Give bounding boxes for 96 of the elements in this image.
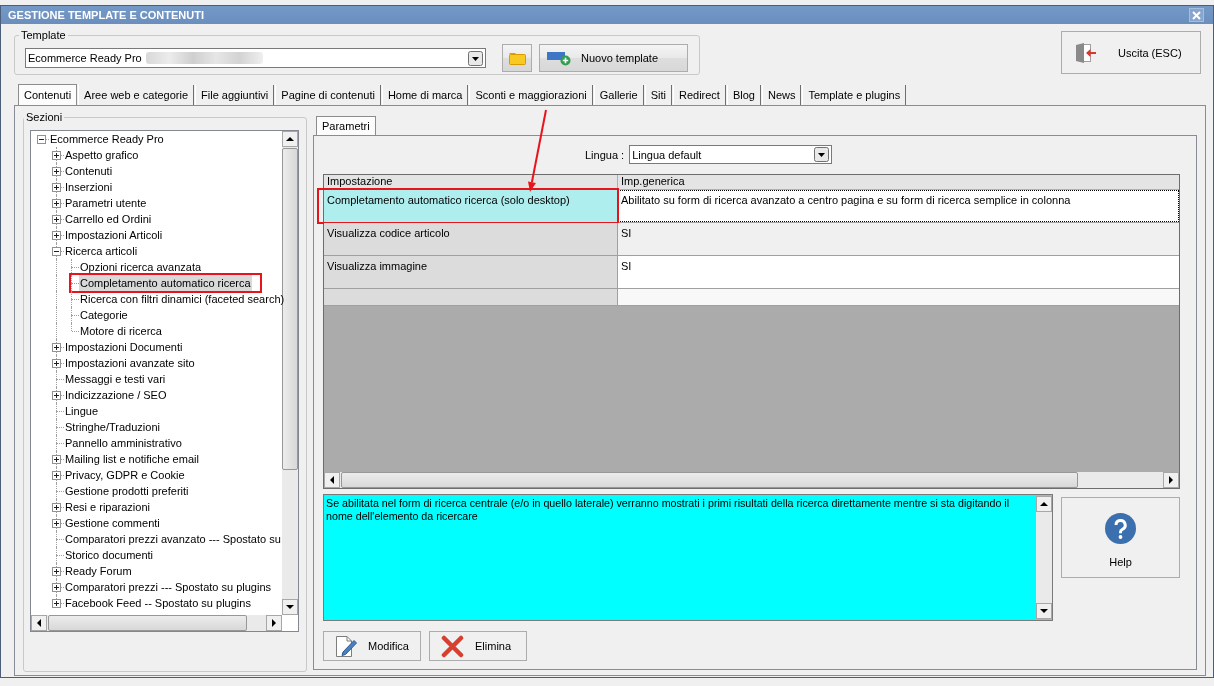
tree-item[interactable]: Opzioni ricerca avanzata bbox=[79, 259, 203, 275]
tree-item[interactable]: Ricerca articoli bbox=[64, 243, 139, 259]
exit-door-icon bbox=[1075, 41, 1097, 64]
scrollbar-thumb[interactable] bbox=[282, 148, 298, 470]
expand-icon[interactable] bbox=[52, 231, 61, 240]
tree-item[interactable]: Impostazioni avanzate sito bbox=[64, 355, 196, 371]
scroll-right-icon[interactable] bbox=[1163, 472, 1179, 488]
tree-item[interactable]: Storico documenti bbox=[64, 547, 155, 563]
tree-item[interactable]: Impostazioni Documenti bbox=[64, 339, 184, 355]
expand-icon[interactable] bbox=[52, 455, 61, 464]
setting-cell: Visualizza codice articolo bbox=[324, 223, 618, 255]
tree-item[interactable]: Stringhe/Traduzioni bbox=[64, 419, 161, 435]
scroll-up-icon[interactable] bbox=[1036, 496, 1052, 512]
folder-icon bbox=[508, 51, 526, 65]
scroll-up-icon[interactable] bbox=[282, 131, 298, 147]
tree-item[interactable]: Comparatori prezzi avanzato --- Spostato su bbox=[64, 531, 282, 547]
tab[interactable]: File aggiuntivi bbox=[195, 85, 275, 105]
expand-icon[interactable] bbox=[52, 199, 61, 208]
scroll-left-icon[interactable] bbox=[31, 615, 47, 631]
expand-icon[interactable] bbox=[52, 151, 61, 160]
expand-icon[interactable] bbox=[52, 359, 61, 368]
tree-item[interactable]: Carrello ed Ordini bbox=[64, 211, 153, 227]
add-window-icon bbox=[547, 50, 571, 66]
tree-item[interactable]: Gestione prodotti preferiti bbox=[64, 483, 190, 499]
tree-item[interactable]: Pannello amministrativo bbox=[64, 435, 183, 451]
tree-item[interactable]: Ricerca con filtri dinamici (faceted search) bbox=[79, 291, 286, 307]
setting-cell: Visualizza immagine bbox=[324, 256, 618, 288]
tab[interactable]: Gallerie bbox=[593, 85, 644, 105]
expand-icon[interactable] bbox=[52, 183, 61, 192]
tree-item[interactable]: Resi e riparazioni bbox=[64, 499, 151, 515]
close-icon bbox=[1192, 10, 1201, 20]
scroll-down-icon[interactable] bbox=[282, 599, 298, 615]
tree-item[interactable]: Categorie bbox=[79, 307, 129, 323]
scroll-left-icon[interactable] bbox=[324, 472, 340, 488]
group-label: Sezioni bbox=[25, 111, 64, 124]
tab[interactable]: Parametri bbox=[316, 116, 376, 135]
tab[interactable]: News bbox=[761, 85, 802, 105]
tree-item[interactable]: Inserzioni bbox=[64, 179, 114, 195]
help-button[interactable]: Help bbox=[1061, 497, 1180, 578]
tree-item[interactable]: Ecommerce Ready Pro bbox=[49, 131, 165, 147]
description-field[interactable]: Se abilitata nel form di ricerca centrale (e/o in quello laterale) verranno mostrati i primi risultati della ricerca direttamente mentre si sta digitando il nome dell'elemento da ricercare bbox=[323, 494, 1053, 621]
tree-item[interactable]: Privacy, GDPR e Cookie bbox=[64, 467, 186, 483]
document-pencil-icon bbox=[335, 634, 357, 658]
tab[interactable]: Home di marca bbox=[381, 85, 469, 105]
tree-item[interactable]: Aspetto grafico bbox=[64, 147, 140, 163]
setting-cell: Completamento automatico ricerca (solo desktop) bbox=[324, 190, 618, 222]
language-label: Lingua : bbox=[585, 148, 625, 161]
tree-item[interactable]: Completamento automatico ricerca bbox=[79, 275, 252, 291]
tree-item[interactable]: Motore di ricerca bbox=[79, 323, 163, 339]
tree-item[interactable]: Facebook Feed -- Spostato su plugins bbox=[64, 595, 252, 611]
tree-item[interactable]: Contenuti bbox=[64, 163, 114, 179]
exit-button[interactable]: Uscita (ESC) bbox=[1061, 31, 1201, 74]
scroll-down-icon[interactable] bbox=[1036, 603, 1052, 619]
help-icon bbox=[1105, 513, 1136, 544]
tree-item[interactable]: Gestione commenti bbox=[64, 515, 161, 531]
expand-icon[interactable] bbox=[52, 567, 61, 576]
tab[interactable]: Blog bbox=[726, 85, 761, 105]
expand-icon[interactable] bbox=[52, 167, 61, 176]
cross-icon bbox=[441, 634, 464, 658]
tree-item[interactable]: Indicizzazione / SEO bbox=[64, 387, 168, 403]
value-cell: Abilitato su form di ricerca avanzato a centro pagina e su form di ricerca semplice in colonna bbox=[618, 190, 1179, 222]
expand-icon[interactable] bbox=[52, 599, 61, 608]
tab[interactable]: Pagine di contenuti bbox=[275, 85, 381, 105]
tree-item[interactable]: Parametri utente bbox=[64, 195, 148, 211]
tree-item[interactable]: Comparatori prezzi --- Spostato su plugins bbox=[64, 579, 273, 595]
expand-icon[interactable] bbox=[52, 215, 61, 224]
expand-icon[interactable] bbox=[52, 503, 61, 512]
language-dropdown[interactable]: Lingua default bbox=[629, 145, 833, 164]
value-cell: SI bbox=[618, 256, 1179, 288]
template-dropdown[interactable]: Ecommerce Ready Pro bbox=[25, 48, 486, 68]
tree-item[interactable]: Lingue bbox=[64, 403, 100, 419]
edit-button[interactable]: Modifica bbox=[323, 631, 421, 661]
delete-button[interactable]: Elimina bbox=[429, 631, 527, 661]
group-label: Template bbox=[20, 29, 67, 42]
tab[interactable]: Redirect bbox=[672, 85, 726, 105]
collapse-icon[interactable] bbox=[37, 135, 46, 144]
tab[interactable]: Siti bbox=[644, 85, 672, 105]
scroll-right-icon[interactable] bbox=[266, 615, 282, 631]
expand-icon[interactable] bbox=[52, 583, 61, 592]
expand-icon[interactable] bbox=[52, 471, 61, 480]
tab[interactable]: Contenuti bbox=[18, 84, 78, 105]
tree-item[interactable]: Ready Forum bbox=[64, 563, 133, 579]
expand-icon[interactable] bbox=[52, 519, 61, 528]
value-cell: SI bbox=[618, 223, 1179, 255]
new-template-button[interactable]: Nuovo template bbox=[539, 44, 688, 72]
tab[interactable]: Template e plugins bbox=[802, 85, 907, 105]
tree-item[interactable]: Messaggi e testi vari bbox=[64, 371, 167, 387]
collapse-icon[interactable] bbox=[52, 247, 61, 256]
tree-item[interactable]: Mailing list e notifiche email bbox=[64, 451, 200, 467]
expand-icon[interactable] bbox=[52, 343, 61, 352]
window-title: GESTIONE TEMPLATE E CONTENUTI bbox=[8, 9, 204, 21]
tree-item[interactable]: Impostazioni Articoli bbox=[64, 227, 164, 243]
expand-icon[interactable] bbox=[52, 391, 61, 400]
tab[interactable]: Sconti e maggiorazioni bbox=[469, 85, 593, 105]
tab[interactable]: Aree web e categorie bbox=[78, 85, 195, 105]
column-header: Imp.generica bbox=[620, 175, 685, 189]
